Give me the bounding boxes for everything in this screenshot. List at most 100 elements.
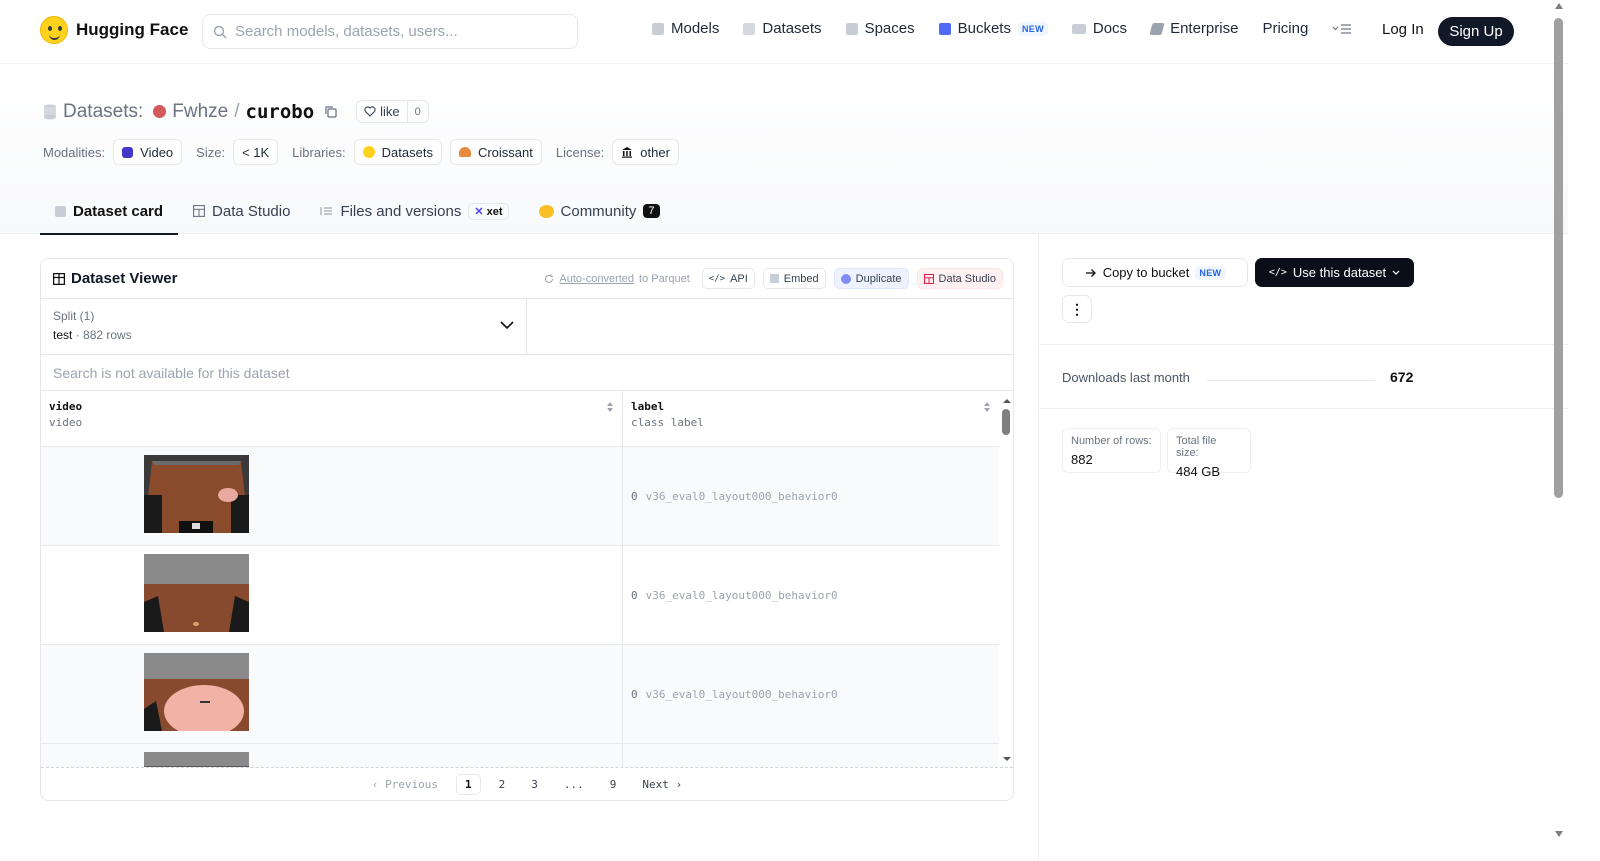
nav-docs-label: Docs (1092, 20, 1128, 37)
more-options-button[interactable]: ⋮ (1062, 295, 1092, 323)
label-cell (623, 744, 999, 767)
table-row[interactable]: 0 v36_eval0_layout000_behavior0 (41, 546, 1013, 645)
copy-to-bucket-button[interactable]: Copy to bucket NEW (1062, 258, 1248, 287)
search-icon (213, 25, 227, 38)
file-size-value: 484 GB (1176, 464, 1221, 479)
copy-icon[interactable] (324, 105, 338, 119)
video-thumbnail[interactable] (144, 752, 249, 767)
title-prefix: Datasets: (63, 100, 144, 122)
table-row[interactable]: 0 v36_eval0_layout000_behavior0 (41, 447, 1013, 546)
dataset-meta: Modalities: Video Size: < 1K Libraries: … (43, 139, 679, 165)
community-count-badge: 7 (643, 204, 660, 218)
table-scroll-thumb[interactable] (1002, 409, 1010, 435)
previous-label: Previous (385, 777, 439, 791)
sort-icon[interactable] (606, 401, 614, 413)
models-icon (652, 22, 664, 35)
brand-link[interactable]: Hugging Face (40, 16, 188, 44)
library-chip-datasets[interactable]: Datasets (353, 139, 442, 165)
tab-data-studio[interactable]: Data Studio (178, 188, 305, 234)
table-scrollbar[interactable] (999, 396, 1014, 766)
next-page-button[interactable]: Next › (634, 775, 690, 794)
signup-button[interactable]: Sign Up (1438, 17, 1514, 46)
nav-docs[interactable]: Docs (1071, 20, 1128, 37)
more-menu-icon[interactable] (1332, 23, 1352, 35)
code-icon: </> (708, 273, 726, 284)
like-button[interactable]: like 0 (356, 100, 429, 123)
label-cell: 0 v36_eval0_layout000_behavior0 (623, 546, 999, 644)
data-studio-button[interactable]: Data Studio (916, 268, 1003, 289)
split-value: test (53, 328, 73, 342)
nav-spaces[interactable]: Spaces (845, 20, 915, 37)
auto-converted-link[interactable]: Auto-converted (559, 273, 634, 285)
use-this-dataset-button[interactable]: </> Use this dataset (1255, 258, 1414, 287)
tab-dataset-card[interactable]: Dataset card (40, 188, 179, 235)
xet-label: xet (486, 205, 503, 218)
data-studio-icon (923, 273, 934, 284)
video-thumbnail[interactable] (144, 554, 249, 632)
nav-models[interactable]: Models (652, 20, 719, 37)
downloads-value: 672 (1390, 369, 1414, 385)
page-scroll-up-icon[interactable] (1555, 3, 1563, 9)
video-thumbnail[interactable] (144, 653, 249, 731)
tab-files-label: Files and versions (340, 202, 462, 220)
page-3-button[interactable]: 3 (523, 775, 546, 794)
license-value: other (640, 144, 670, 160)
column-type: video (49, 416, 83, 429)
library-datasets-label: Datasets (381, 144, 433, 160)
dataset-name[interactable]: curobo (246, 101, 315, 123)
page-ellipsis: ... (563, 777, 584, 791)
nav-enterprise[interactable]: Enterprise (1149, 20, 1239, 37)
column-header-video[interactable]: video video (41, 391, 623, 446)
duplicate-icon (840, 273, 851, 284)
api-button[interactable]: </> API (701, 268, 755, 289)
num-rows-stat: Number of rows: 882 (1062, 428, 1161, 473)
table-row[interactable] (41, 744, 1013, 767)
table-icon (193, 205, 205, 217)
page-2-button[interactable]: 2 (491, 775, 514, 794)
column-divider (1038, 234, 1039, 861)
column-header-label[interactable]: label class label (623, 391, 999, 446)
page-scroll-down-icon[interactable] (1555, 831, 1563, 837)
page-scrollbar-thumb[interactable] (1554, 18, 1563, 498)
class-label: v36_eval0_layout000_behavior0 (645, 588, 838, 602)
search-box[interactable] (202, 14, 578, 49)
sort-icon[interactable] (983, 401, 991, 413)
embed-button[interactable]: Embed (762, 268, 826, 289)
embed-label: Embed (783, 272, 819, 285)
dataset-title: Datasets: Fwhze / curobo like 0 (43, 100, 429, 123)
search-input[interactable] (235, 23, 555, 40)
table-row[interactable]: 0 v36_eval0_layout000_behavior0 (41, 645, 1013, 744)
nav-enterprise-label: Enterprise (1170, 20, 1239, 37)
nav-datasets[interactable]: Datasets (743, 20, 822, 37)
scroll-up-icon[interactable] (999, 396, 1014, 406)
login-link[interactable]: Log In (1382, 21, 1424, 38)
video-thumbnail[interactable] (144, 455, 249, 533)
data-studio-label: Data Studio (938, 272, 996, 285)
pagination: ‹ Previous 1 2 3 ... 9 Next › (41, 767, 1013, 800)
license-chip[interactable]: other (612, 139, 679, 165)
tab-files-and-versions[interactable]: Files and versions ✕ xet (305, 188, 523, 234)
viewer-title-label: Dataset Viewer (71, 270, 178, 287)
refresh-icon (545, 274, 554, 283)
modality-chip[interactable]: Video (113, 139, 183, 165)
owner-link[interactable]: Fwhze (172, 101, 228, 123)
files-icon (320, 207, 333, 215)
tab-data-studio-label: Data Studio (212, 202, 291, 220)
scroll-down-icon[interactable] (999, 754, 1014, 764)
tab-community[interactable]: Community 7 (524, 188, 675, 234)
duplicate-button[interactable]: Duplicate (833, 268, 909, 289)
page-1-button[interactable]: 1 (456, 773, 481, 795)
split-row: Split (1) test · 882 rows (41, 299, 1013, 355)
size-chip[interactable]: < 1K (233, 139, 279, 165)
next-label: Next (642, 777, 669, 791)
nav-buckets[interactable]: Buckets NEW (938, 20, 1048, 37)
class-label: v36_eval0_layout000_behavior0 (645, 489, 838, 503)
sidebar-divider (1039, 344, 1568, 345)
previous-page-button[interactable]: ‹ Previous (364, 775, 446, 794)
nav-models-label: Models (671, 20, 720, 37)
hugging-face-icon (362, 146, 375, 158)
page-9-button[interactable]: 9 (602, 775, 625, 794)
nav-pricing[interactable]: Pricing (1262, 20, 1308, 37)
library-chip-croissant[interactable]: Croissant (449, 139, 542, 165)
split-selector[interactable]: Split (1) test · 882 rows (41, 299, 527, 354)
